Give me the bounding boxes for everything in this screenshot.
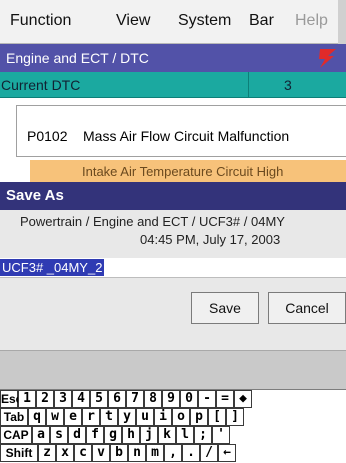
key-m[interactable]: m [146,444,164,462]
key-caps-lock[interactable]: CAP [0,426,32,444]
key-p[interactable]: p [190,408,208,426]
key-slash[interactable]: / [200,444,218,462]
key-b[interactable]: b [110,444,128,462]
on-screen-keyboard: Esc 1 2 3 4 5 6 7 8 9 0 - = ◆ Tab q w e … [0,390,346,463]
backspace-diamond-icon[interactable]: ◆ [234,390,252,408]
screen-title-bar: Engine and ECT / DTC [0,44,346,72]
key-shift[interactable]: Shift [0,444,38,462]
dtc-description: Intake Air Temperature Circuit High [82,164,284,179]
key-1[interactable]: 1 [18,390,36,408]
keyboard-row: Tab q w e r t y u i o p [ ] [0,408,346,426]
key-apostrophe[interactable]: ' [212,426,230,444]
key-o[interactable]: o [172,408,190,426]
key-l[interactable]: l [176,426,194,444]
menu-bar[interactable]: Bar [249,12,274,30]
key-9[interactable]: 9 [162,390,180,408]
key-equals[interactable]: = [216,390,234,408]
key-enter-arrow-icon[interactable]: ← [218,444,236,462]
key-r[interactable]: r [82,408,100,426]
key-y[interactable]: y [118,408,136,426]
key-i[interactable]: i [154,408,172,426]
key-z[interactable]: z [38,444,56,462]
keyboard-row: Shift z x c v b n m , . / ← [0,444,346,462]
key-n[interactable]: n [128,444,146,462]
dialog-title: Save As [6,187,64,204]
dtc-header: Current DTC 3 [0,72,346,98]
key-a[interactable]: a [32,426,50,444]
keyboard-panel-divider [0,350,346,390]
key-u[interactable]: u [136,408,154,426]
key-right-bracket[interactable]: ] [226,408,244,426]
dialog-title-bar: Save As [0,182,346,210]
key-2[interactable]: 2 [36,390,54,408]
dtc-description: Mass Air Flow Circuit Malfunction [83,128,290,144]
key-0[interactable]: 0 [180,390,198,408]
keyboard-row: CAP a s d f g h j k l ; ' [0,426,346,444]
menu-help: Help [295,12,328,29]
save-as-dialog: Save As Powertrain / Engine and ECT / UC… [0,182,346,350]
save-button[interactable]: Save [191,292,259,324]
menu-bar: Function View System Bar Help [0,0,346,44]
menu-view[interactable]: View [116,12,150,30]
key-w[interactable]: w [46,408,64,426]
key-5[interactable]: 5 [90,390,108,408]
save-timestamp: 04:45 PM, July 17, 2003 [140,232,281,247]
menu-divider [338,0,346,44]
cancel-button[interactable]: Cancel [268,292,346,324]
key-e[interactable]: e [64,408,82,426]
filename-input[interactable]: UCF3# _04MY_2 [0,258,346,278]
key-s[interactable]: s [50,426,68,444]
key-x[interactable]: x [56,444,74,462]
key-f[interactable]: f [86,426,104,444]
screen-title: Engine and ECT / DTC [6,50,149,66]
dtc-count: 3 [284,77,292,93]
dtc-header-label: Current DTC [1,77,81,93]
key-c[interactable]: c [74,444,92,462]
key-8[interactable]: 8 [144,390,162,408]
key-d[interactable]: d [68,426,86,444]
key-esc[interactable]: Esc [0,390,22,408]
key-7[interactable]: 7 [126,390,144,408]
key-minus[interactable]: - [198,390,216,408]
key-left-bracket[interactable]: [ [208,408,226,426]
key-3[interactable]: 3 [54,390,72,408]
key-period[interactable]: . [182,444,200,462]
key-semicolon[interactable]: ; [194,426,212,444]
filename-selected-text: UCF3# _04MY_2 [0,259,105,276]
menu-system[interactable]: System [178,12,231,30]
lightning-flag-icon[interactable] [314,47,340,69]
table-row-highlighted[interactable]: Intake Air Temperature Circuit High [30,160,346,182]
key-j[interactable]: j [140,426,158,444]
key-tab[interactable]: Tab [0,408,28,426]
save-path: Powertrain / Engine and ECT / UCF3# / 04… [20,214,285,229]
dtc-code: P0102 [27,128,68,144]
key-h[interactable]: h [122,426,140,444]
key-g[interactable]: g [104,426,122,444]
key-k[interactable]: k [158,426,176,444]
key-q[interactable]: q [28,408,46,426]
key-v[interactable]: v [92,444,110,462]
key-t[interactable]: t [100,408,118,426]
key-4[interactable]: 4 [72,390,90,408]
key-6[interactable]: 6 [108,390,126,408]
table-row[interactable]: P0102 Mass Air Flow Circuit Malfunction [16,105,346,157]
key-comma[interactable]: , [164,444,182,462]
dtc-header-divider [248,72,249,98]
keyboard-row: Esc 1 2 3 4 5 6 7 8 9 0 - = ◆ [0,390,346,408]
menu-function[interactable]: Function [10,12,71,30]
